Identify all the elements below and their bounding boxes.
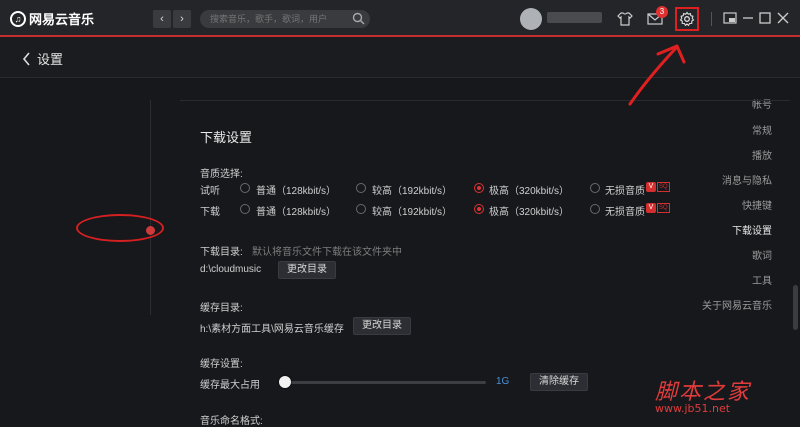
gear-icon[interactable]	[678, 10, 696, 28]
page-title: 设置	[37, 52, 64, 67]
sidebar-item-download[interactable]: 下载设置	[732, 222, 772, 237]
annotation-arrow	[628, 44, 686, 106]
netease-music-logo-icon: ♫	[10, 10, 26, 27]
vip-badge: V	[646, 203, 656, 213]
radio-download-lossless[interactable]	[590, 204, 600, 214]
option-label: 极高（320kbit/s）	[489, 207, 570, 218]
sidebar-item-privacy[interactable]: 消息与隐私	[722, 172, 772, 187]
sidebar-item-shortcuts[interactable]: 快捷键	[742, 197, 772, 212]
radio-listen-lossless[interactable]	[590, 183, 600, 193]
radio-download-higher[interactable]	[356, 204, 366, 214]
skin-shirt-icon[interactable]	[616, 10, 634, 28]
download-dir-hint: 默认将音乐文件下载在该文件夹中	[252, 247, 402, 258]
scrollbar[interactable]	[793, 285, 798, 330]
sq-tag: SQ	[657, 203, 670, 213]
option-label: 无损音质	[605, 186, 645, 197]
annotation-circle	[76, 214, 164, 242]
sidebar-item-about[interactable]: 关于网易云音乐	[702, 297, 772, 312]
option-label: 普通（128kbit/s）	[256, 207, 337, 218]
search-input[interactable]	[200, 10, 370, 28]
sidebar-timeline	[150, 100, 151, 315]
cache-size-slider[interactable]	[282, 381, 486, 384]
quality-row-label-listen: 试听	[200, 186, 220, 197]
radio-listen-highest[interactable]	[474, 183, 484, 193]
sidebar-item-tools[interactable]: 工具	[752, 272, 772, 287]
forward-nav-button[interactable]: ›	[173, 10, 191, 28]
quality-label: 音质选择:	[200, 169, 243, 180]
cache-max-label: 缓存最大占用	[200, 380, 260, 391]
settings-back-button[interactable]: 设置	[22, 49, 63, 68]
radio-download-standard[interactable]	[240, 204, 250, 214]
cache-settings-label: 缓存设置:	[200, 359, 243, 370]
username-blurred[interactable]	[547, 12, 602, 23]
app-name: 网易云音乐	[29, 12, 95, 27]
mail-badge: 3	[656, 6, 668, 18]
toolbar-separator	[711, 12, 712, 26]
sidebar-item-general[interactable]: 常规	[752, 122, 772, 137]
download-dir-label: 下载目录:	[200, 247, 243, 258]
clear-cache-button[interactable]: 清除缓存	[530, 373, 588, 391]
sidebar-item-lyrics[interactable]: 歌词	[752, 247, 772, 262]
avatar[interactable]	[520, 8, 542, 30]
watermark: 脚本之家 www.jb51.net	[655, 374, 751, 415]
chevron-left-icon	[22, 51, 30, 66]
radio-download-highest[interactable]	[474, 204, 484, 214]
sq-tag: SQ	[657, 182, 670, 192]
radio-listen-standard[interactable]	[240, 183, 250, 193]
download-dir-path: d:\cloudmusic	[200, 264, 262, 275]
change-cache-dir-button[interactable]: 更改目录	[353, 317, 411, 335]
mini-mode-icon[interactable]	[722, 10, 738, 26]
change-download-dir-button[interactable]: 更改目录	[278, 261, 336, 279]
sidebar-item-playback[interactable]: 播放	[752, 147, 772, 162]
title-bar: ♫ 网易云音乐 ‹ › 3	[0, 0, 800, 37]
vip-badge: V	[646, 182, 656, 192]
app-logo[interactable]: ♫ 网易云音乐	[10, 9, 94, 28]
cache-dir-label: 缓存目录:	[200, 303, 243, 314]
option-label: 无损音质	[605, 207, 645, 218]
cache-dir-path: h:\素材方面工具\网易云音乐缓存	[200, 324, 344, 335]
slider-handle[interactable]	[279, 376, 291, 388]
back-nav-button[interactable]: ‹	[153, 10, 171, 28]
search-icon[interactable]	[352, 12, 365, 25]
radio-listen-higher[interactable]	[356, 183, 366, 193]
sidebar-item-account[interactable]: 帐号	[752, 96, 772, 111]
quality-row-label-download: 下载	[200, 207, 220, 218]
option-label: 较高（192kbit/s）	[372, 186, 453, 197]
option-label: 普通（128kbit/s）	[256, 186, 337, 197]
maximize-icon[interactable]	[757, 10, 773, 26]
minimize-icon[interactable]	[740, 10, 756, 26]
cache-size-value: 1G	[496, 376, 510, 387]
section-heading: 下载设置	[200, 130, 253, 145]
option-label: 极高（320kbit/s）	[489, 186, 570, 197]
close-icon[interactable]	[775, 10, 791, 26]
option-label: 较高（192kbit/s）	[372, 207, 453, 218]
